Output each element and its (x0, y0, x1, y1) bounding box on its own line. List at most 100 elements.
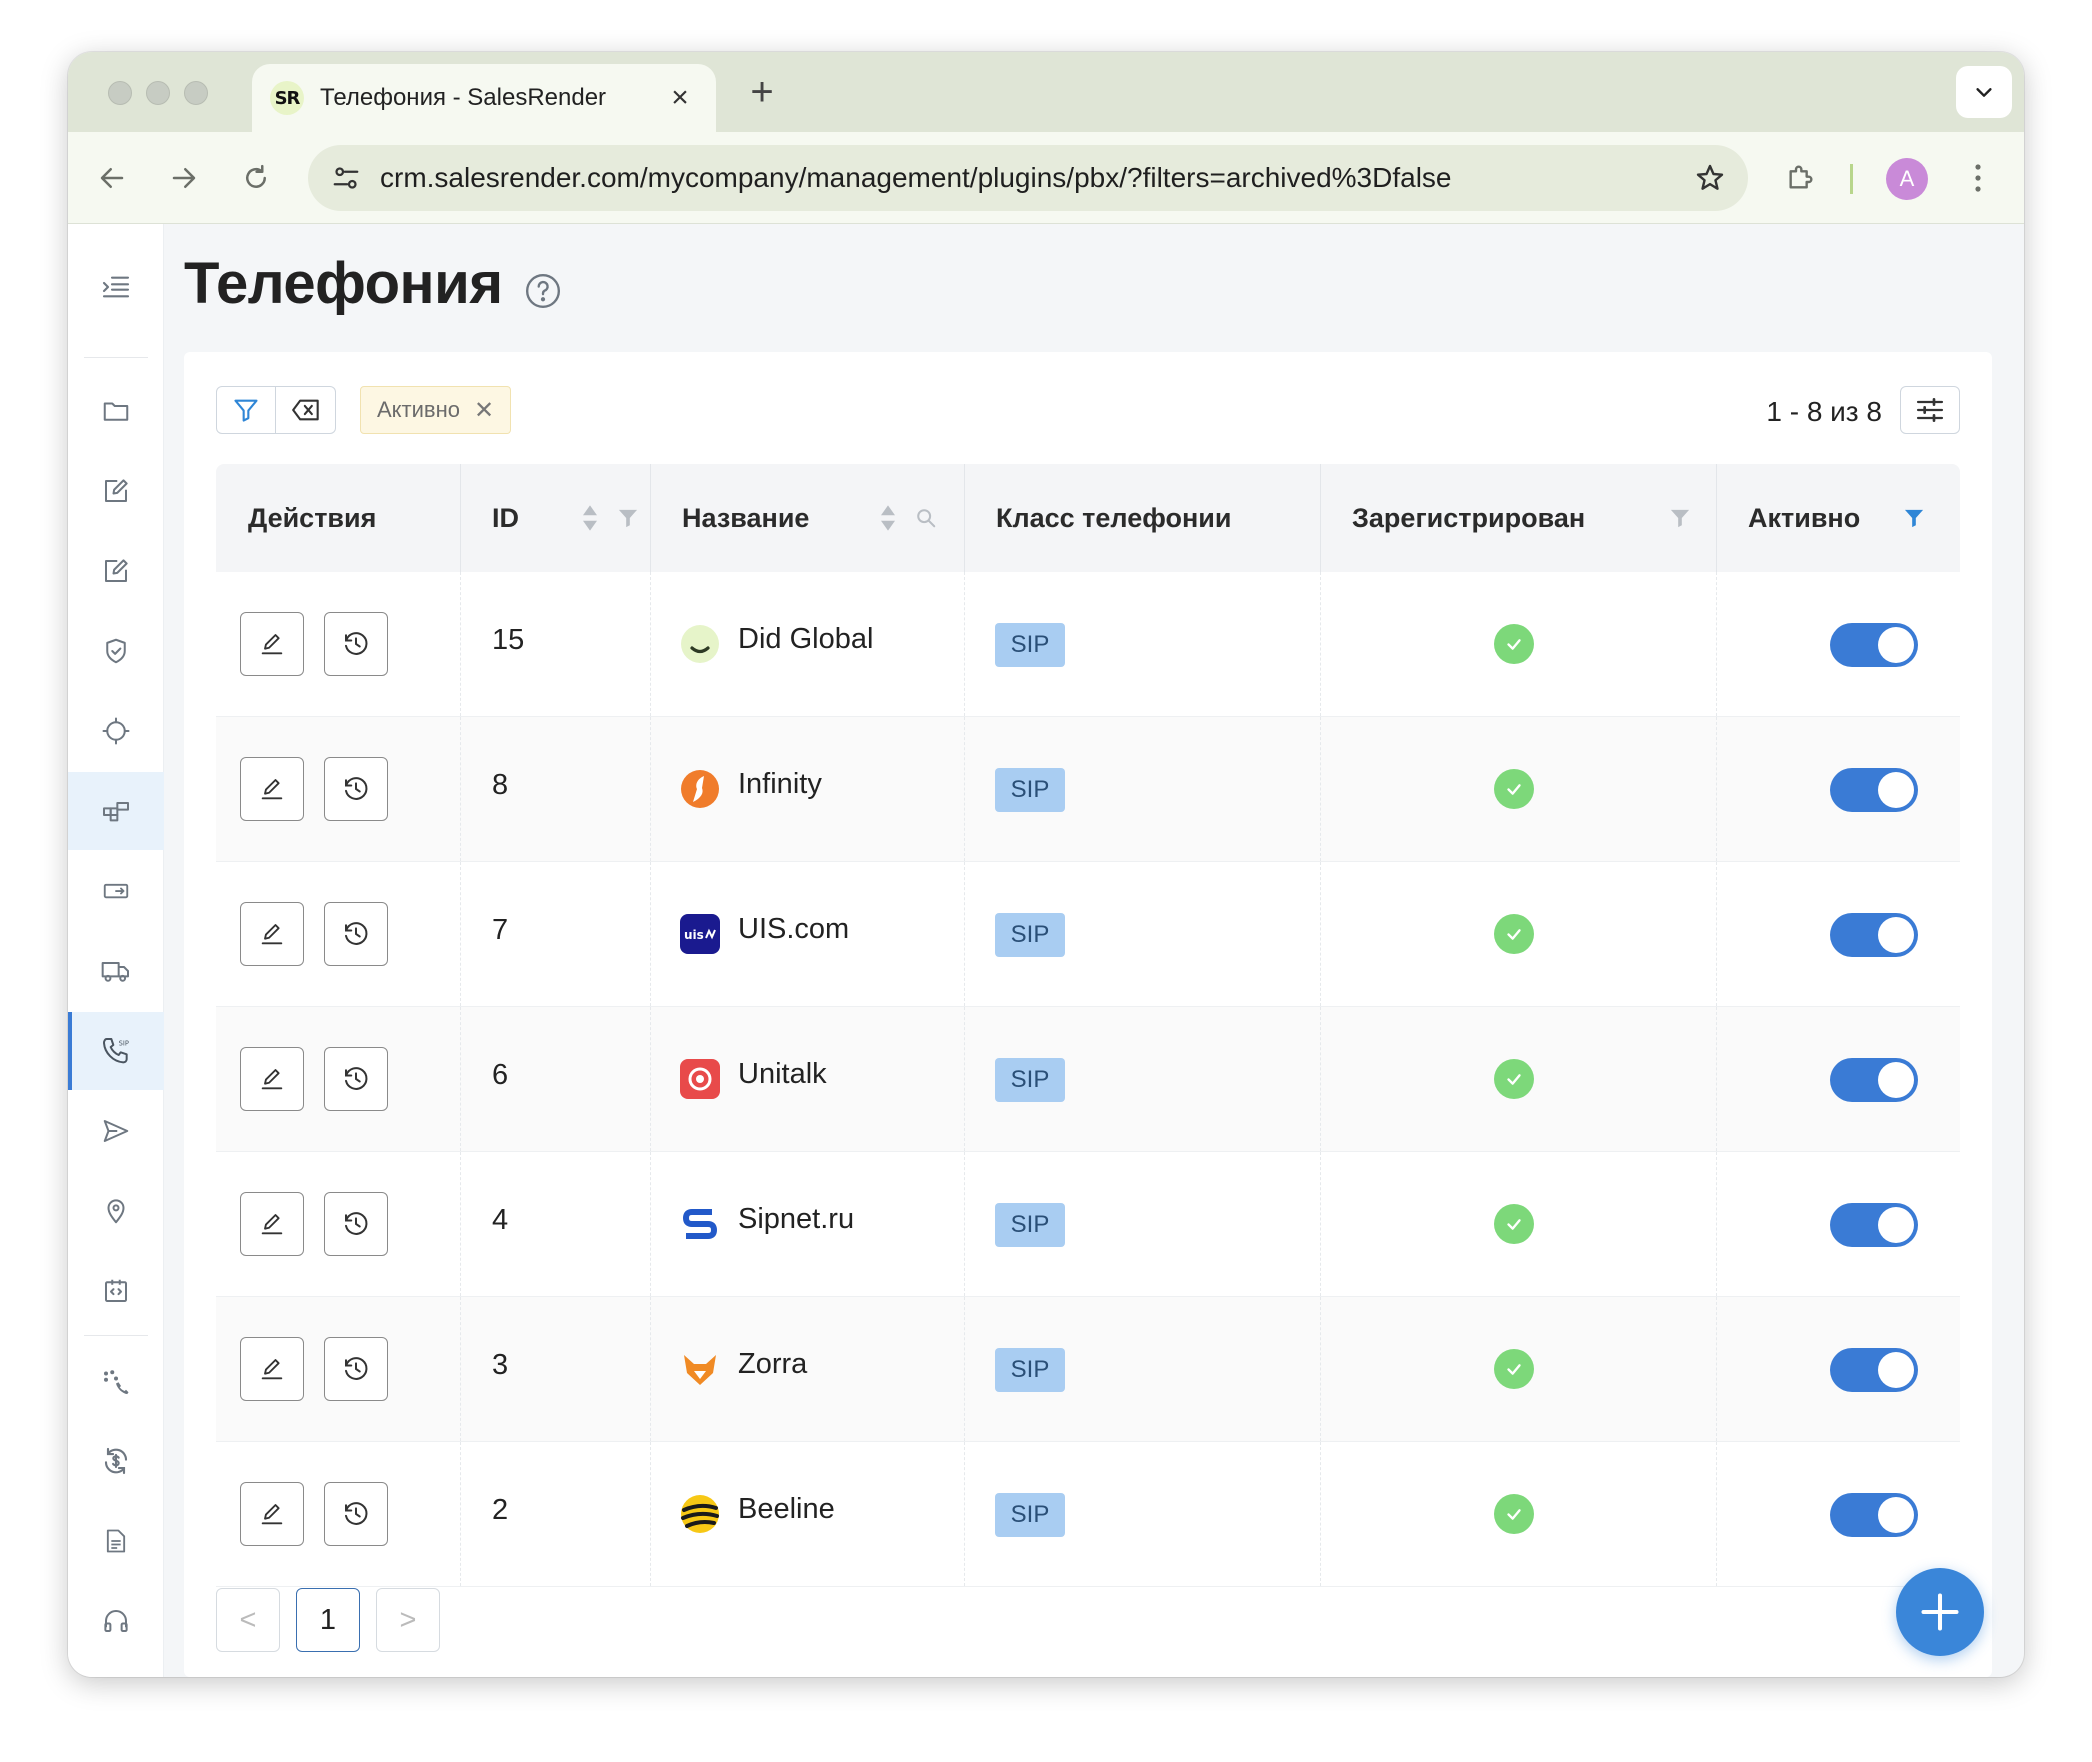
arrow-right-icon (172, 168, 196, 188)
active-toggle[interactable] (1830, 1203, 1918, 1247)
row-name[interactable]: Zorra (738, 1348, 807, 1381)
sidebar-item-geo[interactable] (68, 1172, 164, 1250)
active-toggle[interactable] (1830, 1493, 1918, 1537)
row-name[interactable]: Unitalk (738, 1058, 827, 1091)
row-name[interactable]: UIS.com (738, 913, 849, 946)
next-page-button[interactable]: > (376, 1588, 440, 1652)
history-row-button[interactable] (324, 612, 388, 676)
sidebar-item-delivery[interactable] (68, 932, 164, 1010)
history-row-button[interactable] (324, 1337, 388, 1401)
filter-button[interactable] (216, 386, 276, 434)
code-box-icon (105, 1279, 127, 1302)
filter-registered-button[interactable] (1668, 502, 1692, 534)
tab-search-button[interactable] (1956, 66, 2012, 118)
add-telephony-button[interactable] (1896, 1568, 1984, 1656)
sidebar-item-currency[interactable] (68, 1422, 164, 1500)
sort-id-button[interactable] (578, 502, 602, 534)
sidebar-item-documents[interactable] (68, 1502, 164, 1580)
edit-row-button[interactable] (240, 1337, 304, 1401)
sidebar-item-integrations[interactable] (68, 1252, 164, 1330)
sort-name-button[interactable] (876, 502, 900, 534)
row-name[interactable]: Sipnet.ru (738, 1203, 854, 1236)
url-text[interactable]: crm.salesrender.com/mycompany/management… (380, 162, 1682, 194)
zoom-window-button[interactable] (184, 81, 208, 105)
puzzle-icon (1789, 165, 1813, 189)
remove-filter-icon[interactable]: ✕ (474, 396, 494, 425)
table-row: 7 uis UIS.com SIP (216, 862, 1960, 1007)
column-divider (1716, 1007, 1717, 1151)
sidebar-item-edit-1[interactable] (68, 452, 164, 530)
history-icon (345, 922, 368, 945)
row-name[interactable]: Beeline (738, 1493, 835, 1526)
filter-id-button[interactable] (616, 502, 640, 534)
sipnet-logo (680, 1204, 720, 1244)
sidebar-item-security[interactable] (68, 612, 164, 690)
minimize-window-button[interactable] (146, 81, 170, 105)
prev-page-button[interactable]: < (216, 1588, 280, 1652)
check-icon (1507, 929, 1521, 940)
sidebar-item-dialer[interactable] (68, 1342, 164, 1420)
forward-button[interactable] (160, 154, 208, 202)
sidebar-item-payments[interactable] (68, 852, 164, 930)
sidebar-item-edit-2[interactable] (68, 532, 164, 610)
history-row-button[interactable] (324, 1047, 388, 1111)
star-icon (1696, 164, 1724, 190)
back-button[interactable] (88, 154, 136, 202)
help-button[interactable] (524, 272, 562, 310)
address-bar[interactable]: crm.salesrender.com/mycompany/management… (308, 145, 1748, 211)
column-divider (460, 1442, 461, 1586)
new-tab-button[interactable]: + (740, 70, 784, 115)
close-window-button[interactable] (108, 81, 132, 105)
edit-icon (261, 924, 283, 945)
arrow-left-icon (100, 168, 124, 188)
bookmark-button[interactable] (1682, 150, 1738, 206)
column-settings-button[interactable] (1900, 386, 1960, 434)
row-name[interactable]: Infinity (738, 768, 822, 801)
sidebar-item-modules[interactable] (68, 772, 164, 850)
site-info-button[interactable] (324, 156, 368, 200)
history-row-button[interactable] (324, 757, 388, 821)
column-divider (1716, 1152, 1717, 1296)
sidebar-item-telephony[interactable]: SIP (68, 1012, 164, 1090)
page-1-button[interactable]: 1 (296, 1588, 360, 1652)
edit-row-button[interactable] (240, 612, 304, 676)
edit-row-button[interactable] (240, 1192, 304, 1256)
dial-icon (104, 1370, 129, 1395)
sidebar-item-folders[interactable] (68, 372, 164, 450)
edit-row-button[interactable] (240, 757, 304, 821)
extensions-button[interactable] (1776, 154, 1824, 202)
active-toggle[interactable] (1830, 623, 1918, 667)
active-toggle[interactable] (1830, 1348, 1918, 1392)
edit-row-button[interactable] (240, 1047, 304, 1111)
column-divider (964, 572, 965, 716)
check-icon (1507, 784, 1521, 795)
row-name[interactable]: Did Global (738, 623, 873, 656)
history-row-button[interactable] (324, 1192, 388, 1256)
filter-active-button[interactable] (1902, 502, 1926, 534)
reload-button[interactable] (232, 154, 280, 202)
edit-row-button[interactable] (240, 1482, 304, 1546)
unitalk-logo (680, 1059, 720, 1099)
column-divider (1320, 1297, 1321, 1441)
registered-check-icon (1494, 914, 1534, 954)
toggle-knob (1878, 1062, 1914, 1098)
active-filter-chip: Активно ✕ (360, 386, 512, 434)
column-divider (1320, 862, 1321, 1006)
active-toggle[interactable] (1830, 913, 1918, 957)
edit-row-button[interactable] (240, 902, 304, 966)
clear-filters-button[interactable] (276, 386, 336, 434)
history-row-button[interactable] (324, 1482, 388, 1546)
tab-close-icon[interactable]: × (662, 81, 698, 115)
history-row-button[interactable] (324, 902, 388, 966)
search-name-button[interactable] (914, 502, 938, 534)
app-sidebar: SIP (68, 224, 164, 1677)
active-toggle[interactable] (1830, 1058, 1918, 1102)
sidebar-item-support[interactable] (68, 1582, 164, 1660)
active-toggle[interactable] (1830, 768, 1918, 812)
sidebar-item-targets[interactable] (68, 692, 164, 770)
browser-tab[interactable]: SR Телефония - SalesRender × (252, 64, 716, 132)
browser-menu-button[interactable] (1956, 154, 2000, 202)
sidebar-toggle[interactable] (68, 248, 164, 326)
sidebar-item-mailings[interactable] (68, 1092, 164, 1170)
profile-avatar[interactable]: A (1886, 158, 1928, 200)
